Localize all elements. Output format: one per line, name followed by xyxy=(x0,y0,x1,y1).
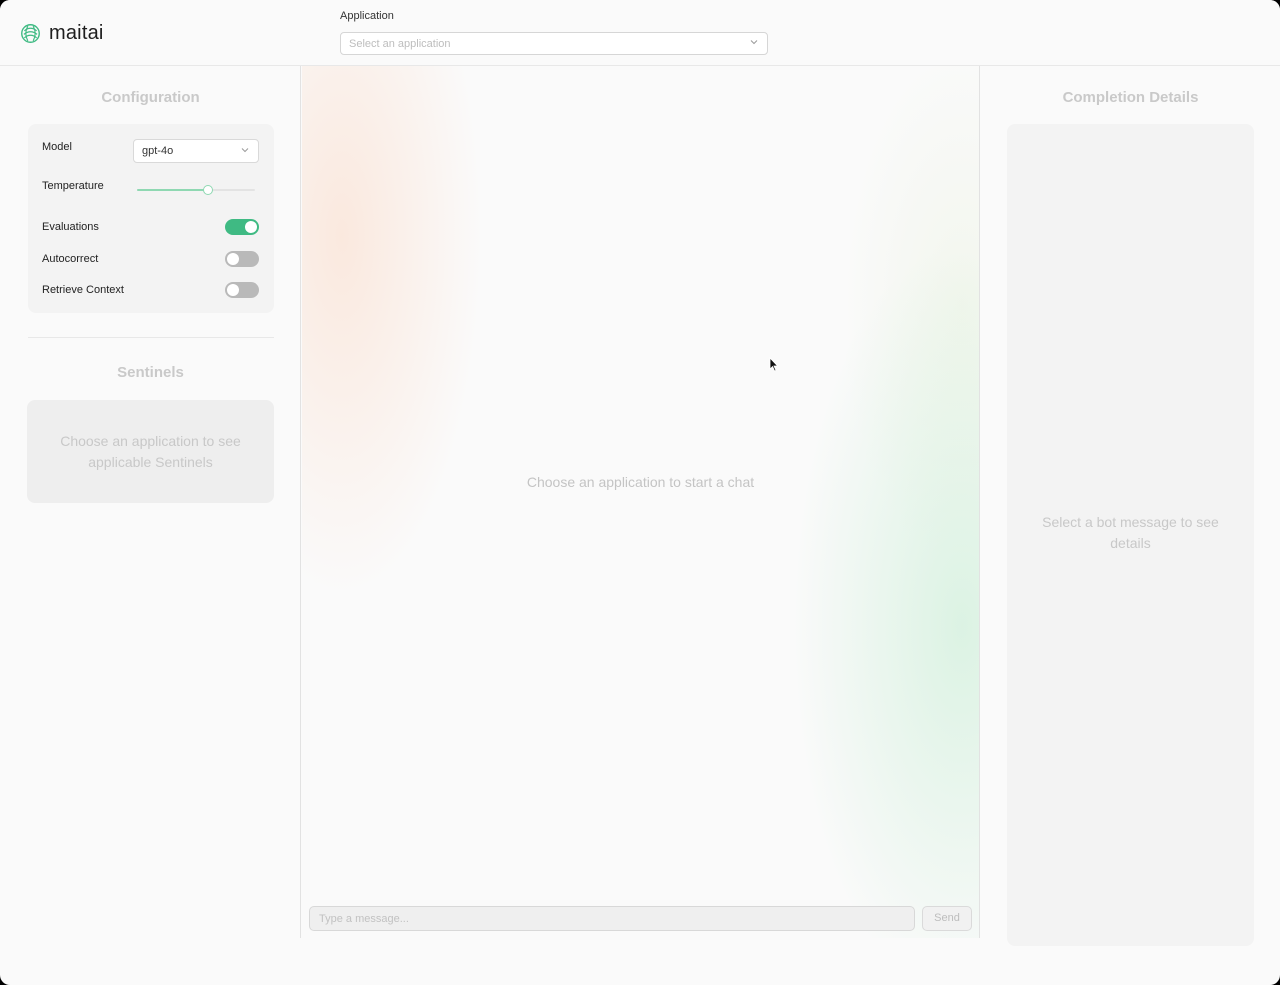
retrieve-context-toggle[interactable] xyxy=(225,282,259,298)
right-panel: Completion Details Select a bot message … xyxy=(979,66,1280,946)
brand-logo[interactable]: maitai xyxy=(20,22,104,45)
sentinels-empty-card: Choose an application to see applicable … xyxy=(27,400,274,503)
mouse-pointer-icon xyxy=(769,357,779,372)
message-input[interactable]: Type a message... xyxy=(309,906,915,931)
configuration-title: Configuration xyxy=(101,89,200,106)
toggle-label-autocorrect: Autocorrect xyxy=(42,253,99,265)
chevron-down-icon xyxy=(241,148,249,153)
configuration-card: Model gpt-4o Temperature Evaluations Aut… xyxy=(28,124,274,313)
completion-details-empty-text: Select a bot message to see details xyxy=(1042,514,1219,551)
left-sidebar: Configuration Model gpt-4o Temperature E… xyxy=(0,66,301,938)
message-input-placeholder: Type a message... xyxy=(319,913,409,925)
sentinels-title: Sentinels xyxy=(117,364,184,381)
toggle-knob xyxy=(245,221,257,233)
toggle-label-evaluations: Evaluations xyxy=(42,221,99,233)
chat-area: Choose an application to start a chat Ty… xyxy=(302,66,979,938)
completion-details-title: Completion Details xyxy=(1062,89,1199,106)
application-label: Application xyxy=(340,10,394,22)
sentinels-empty-text: Choose an application to see applicable … xyxy=(60,432,241,470)
temperature-slider[interactable] xyxy=(137,185,255,195)
send-button[interactable]: Send xyxy=(922,906,972,931)
toggle-label-retrieve-context: Retrieve Context xyxy=(42,284,124,296)
model-label: Model xyxy=(42,141,72,153)
top-header: maitai Application Select an application xyxy=(0,0,1280,66)
maitai-logo-icon xyxy=(21,24,40,43)
temperature-label: Temperature xyxy=(42,180,104,192)
autocorrect-toggle[interactable] xyxy=(225,251,259,267)
toggle-knob xyxy=(227,284,239,296)
toggle-knob xyxy=(227,253,239,265)
application-select[interactable]: Select an application xyxy=(340,32,768,55)
temperature-slider-fill xyxy=(137,189,208,191)
chevron-down-icon xyxy=(750,40,758,45)
section-divider xyxy=(28,337,274,338)
chat-empty-text: Choose an application to start a chat xyxy=(526,474,755,490)
completion-details-card: Select a bot message to see details xyxy=(1007,124,1254,946)
app-window: maitai Application Select an application… xyxy=(0,0,1280,985)
model-select-value: gpt-4o xyxy=(142,145,174,157)
application-select-placeholder: Select an application xyxy=(349,38,451,50)
brand-name: maitai xyxy=(49,22,104,44)
model-select[interactable]: gpt-4o xyxy=(133,139,259,163)
temperature-slider-thumb[interactable] xyxy=(202,185,213,195)
evaluations-toggle[interactable] xyxy=(225,219,259,235)
